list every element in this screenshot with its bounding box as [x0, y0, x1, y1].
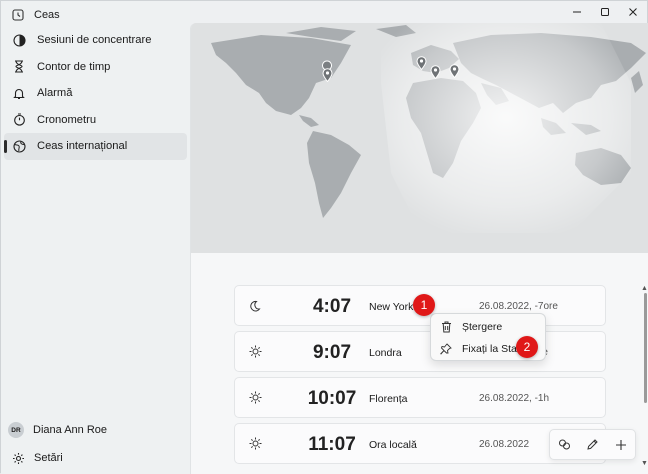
- clock-app-window: Ceas Sesiuni de concentrare Contor de ti…: [0, 0, 648, 474]
- sidebar-item-label: Cronometru: [37, 113, 97, 126]
- compare-button[interactable]: [554, 435, 574, 455]
- stopwatch-icon: [12, 113, 26, 127]
- menu-item-delete[interactable]: Ștergere: [439, 318, 502, 336]
- clock-time: 10:07: [307, 388, 357, 409]
- sidebar-item-label: Alarmă: [37, 87, 73, 100]
- gear-icon: [11, 451, 25, 465]
- clock-card[interactable]: 10:07 Florența 26.08.2022, -1h: [234, 377, 606, 418]
- sidebar-item-label: Contor de timp: [37, 60, 111, 73]
- hourglass-icon: [12, 60, 26, 74]
- minimize-icon: [573, 11, 581, 13]
- sun-icon: [249, 437, 262, 455]
- sidebar-item-timer[interactable]: Contor de timp: [4, 54, 187, 81]
- clock-time: 4:07: [312, 296, 352, 317]
- clock-city: Florența: [369, 393, 408, 405]
- pin-icon: [439, 342, 453, 356]
- step-marker-1: 1: [413, 294, 435, 316]
- world-map: [191, 23, 648, 253]
- sidebar-item-focus-sessions[interactable]: Sesiuni de concentrare: [4, 27, 187, 54]
- maximize-icon: [601, 8, 609, 16]
- clock-city: New York: [369, 301, 414, 313]
- focus-icon: [12, 33, 26, 47]
- sun-icon: [249, 391, 262, 409]
- clock-date: 26.08.2022, -1h: [479, 393, 550, 404]
- location-pin-icon: [449, 64, 460, 78]
- pencil-icon: [587, 439, 598, 450]
- clock-city: Ora locală: [369, 439, 417, 451]
- menu-item-pin-to-start[interactable]: Fixați la Start: [439, 340, 523, 358]
- globe-icon: [12, 139, 26, 153]
- clock-time: 11:07: [308, 434, 356, 455]
- sidebar-nav: Sesiuni de concentrare Contor de timp Al…: [1, 27, 190, 160]
- user-account[interactable]: DR Diana Ann Roe: [8, 419, 107, 441]
- sidebar-item-alarm[interactable]: Alarmă: [4, 80, 187, 107]
- sidebar-item-label: Ceas internațional: [37, 140, 128, 153]
- main-content: 4:07 New York 26.08.2022, -7ore 9:07 Lon…: [190, 23, 648, 474]
- avatar: DR: [8, 422, 24, 438]
- sidebar: Ceas Sesiuni de concentrare Contor de ti…: [1, 1, 190, 474]
- menu-item-label: Ștergere: [462, 321, 503, 333]
- settings-button[interactable]: Setări: [11, 449, 63, 467]
- clock-date: 26.08.2022: [479, 439, 530, 450]
- clock-time: 9:07: [312, 342, 352, 363]
- app-title: Ceas: [34, 9, 60, 21]
- window-controls: [563, 1, 647, 23]
- location-pin-icon: [430, 65, 441, 79]
- moon-icon: [249, 299, 261, 317]
- location-pin-icon: [416, 56, 427, 70]
- sidebar-item-label: Sesiuni de concentrare: [37, 34, 152, 47]
- clock-city: Londra: [369, 347, 402, 359]
- clock-date: 26.08.2022, -7ore: [479, 301, 558, 312]
- compare-icon: [558, 439, 570, 450]
- close-icon: [629, 8, 637, 16]
- clock-card[interactable]: 9:07 Londra re: [234, 331, 606, 372]
- close-button[interactable]: [619, 1, 647, 23]
- maximize-button[interactable]: [591, 1, 619, 23]
- scrollbar[interactable]: [644, 293, 647, 403]
- location-pin-icon: [322, 68, 333, 82]
- minimize-button[interactable]: [563, 1, 591, 23]
- menu-item-label: Fixați la Start: [462, 343, 524, 355]
- scroll-up-icon[interactable]: ▲: [641, 285, 648, 292]
- app-title-bar: Ceas: [11, 6, 60, 24]
- plus-icon: [615, 439, 626, 450]
- user-name: Diana Ann Roe: [33, 424, 107, 436]
- clock-app-icon: [11, 8, 25, 22]
- bell-icon: [12, 86, 26, 100]
- scroll-down-icon[interactable]: ▼: [641, 460, 648, 467]
- action-bar: [549, 429, 636, 460]
- settings-label: Setări: [34, 452, 63, 464]
- step-marker-2: 2: [516, 336, 538, 358]
- add-city-button[interactable]: [611, 435, 631, 455]
- trash-icon: [439, 320, 453, 334]
- sun-icon: [249, 345, 262, 363]
- sidebar-item-stopwatch[interactable]: Cronometru: [4, 107, 187, 134]
- edit-button[interactable]: [582, 435, 602, 455]
- sidebar-item-world-clock[interactable]: Ceas internațional: [4, 133, 187, 160]
